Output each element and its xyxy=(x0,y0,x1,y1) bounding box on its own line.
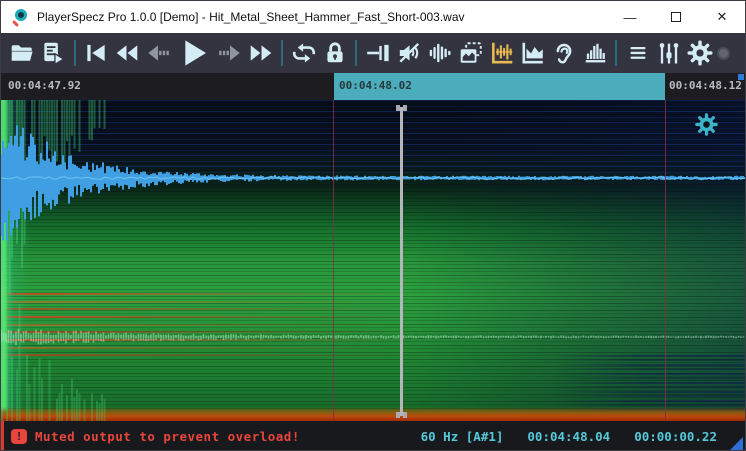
step-back-button[interactable] xyxy=(144,36,173,70)
play-button[interactable] xyxy=(175,36,214,70)
close-icon: ✕ xyxy=(717,9,728,25)
app-window: PlayerSpecz Pro 1.0.0 [Demo] - Hit_Metal… xyxy=(0,0,746,451)
histogram-view-button[interactable] xyxy=(580,36,609,70)
mixer-icon xyxy=(655,39,683,67)
frequency-note-readout: 60 Hz [A#1] xyxy=(421,429,504,444)
waveform-view-button[interactable] xyxy=(425,36,454,70)
spectrum-view-button[interactable] xyxy=(518,36,547,70)
settings-button[interactable] xyxy=(685,36,715,70)
ear-icon xyxy=(551,40,577,66)
spectrum-view-icon xyxy=(519,40,547,66)
maximize-button[interactable] xyxy=(653,1,699,33)
go-to-end-button[interactable] xyxy=(363,36,392,70)
ruler-corner-marker xyxy=(738,74,744,80)
skip-to-start-icon xyxy=(83,40,109,66)
toolbar-separator xyxy=(281,40,283,66)
time-ruler[interactable]: 00:04:47.92 00:04:48.02 00:04:48.12 xyxy=(1,73,745,100)
status-bar: ! Muted output to prevent overload! 60 H… xyxy=(1,421,745,451)
step-forward-icon xyxy=(216,40,244,66)
duration-readout: 00:00:00.22 xyxy=(634,429,717,444)
layered-views-icon xyxy=(457,40,485,66)
view-settings-gear-icon[interactable] xyxy=(693,111,720,138)
cursor-time-readout: 00:04:48.04 xyxy=(527,429,610,444)
resize-grip[interactable] xyxy=(730,437,743,450)
layered-views-button[interactable] xyxy=(456,36,485,70)
wave-spectrum-view-button[interactable] xyxy=(487,36,516,70)
skip-to-start-button[interactable] xyxy=(82,36,111,70)
title-bar: PlayerSpecz Pro 1.0.0 [Demo] - Hit_Metal… xyxy=(1,1,745,33)
mute-icon xyxy=(395,40,423,66)
window-title: PlayerSpecz Pro 1.0.0 [Demo] - Hit_Metal… xyxy=(37,10,465,24)
spectrogram-view[interactable] xyxy=(1,100,745,421)
loop-icon xyxy=(290,40,318,66)
open-folder-icon xyxy=(9,40,35,66)
fast-forward-button[interactable] xyxy=(246,36,275,70)
go-to-end-icon xyxy=(364,40,392,66)
app-logo-icon xyxy=(12,9,28,25)
status-indicator-icon xyxy=(717,47,730,60)
ruler-time-left: 00:04:47.92 xyxy=(8,79,81,92)
ruler-time-right: 00:04:48.12 xyxy=(669,79,742,92)
play-icon xyxy=(177,37,211,69)
wave-spectrum-view-icon xyxy=(488,40,516,66)
toolbar-separator xyxy=(355,40,357,66)
step-back-icon xyxy=(144,40,172,66)
gear-icon xyxy=(685,38,715,68)
lock-button[interactable] xyxy=(320,36,349,70)
grid-line xyxy=(333,100,334,421)
playhead-cursor[interactable] xyxy=(399,105,403,418)
listen-button[interactable] xyxy=(549,36,578,70)
warning-icon: ! xyxy=(11,429,27,444)
maximize-icon xyxy=(671,12,681,22)
waveform-overlay xyxy=(1,100,745,421)
histogram-view-icon xyxy=(581,40,609,66)
menu-button[interactable] xyxy=(623,36,652,70)
toolbar xyxy=(1,33,745,73)
status-indicator-button[interactable] xyxy=(717,36,738,70)
minimize-icon: — xyxy=(624,10,637,25)
waveform-view-icon xyxy=(426,40,454,66)
lock-icon xyxy=(322,40,348,66)
toolbar-separator xyxy=(74,40,76,66)
minimize-button[interactable]: — xyxy=(607,1,653,33)
playlist-button[interactable] xyxy=(39,36,68,70)
playlist-icon xyxy=(40,40,66,66)
mixer-button[interactable] xyxy=(654,36,683,70)
menu-icon xyxy=(626,40,650,66)
mute-button[interactable] xyxy=(394,36,423,70)
rewind-icon xyxy=(113,40,141,66)
fast-forward-icon xyxy=(247,40,275,66)
status-accent-bar xyxy=(1,421,4,451)
ruler-time-selection: 00:04:48.02 xyxy=(339,79,412,92)
grid-line xyxy=(665,100,666,421)
open-folder-button[interactable] xyxy=(8,36,37,70)
status-message: Muted output to prevent overload! xyxy=(35,429,300,444)
step-forward-button[interactable] xyxy=(215,36,244,70)
rewind-button[interactable] xyxy=(113,36,142,70)
toolbar-separator xyxy=(615,40,617,66)
close-button[interactable]: ✕ xyxy=(699,1,745,33)
loop-button[interactable] xyxy=(289,36,318,70)
